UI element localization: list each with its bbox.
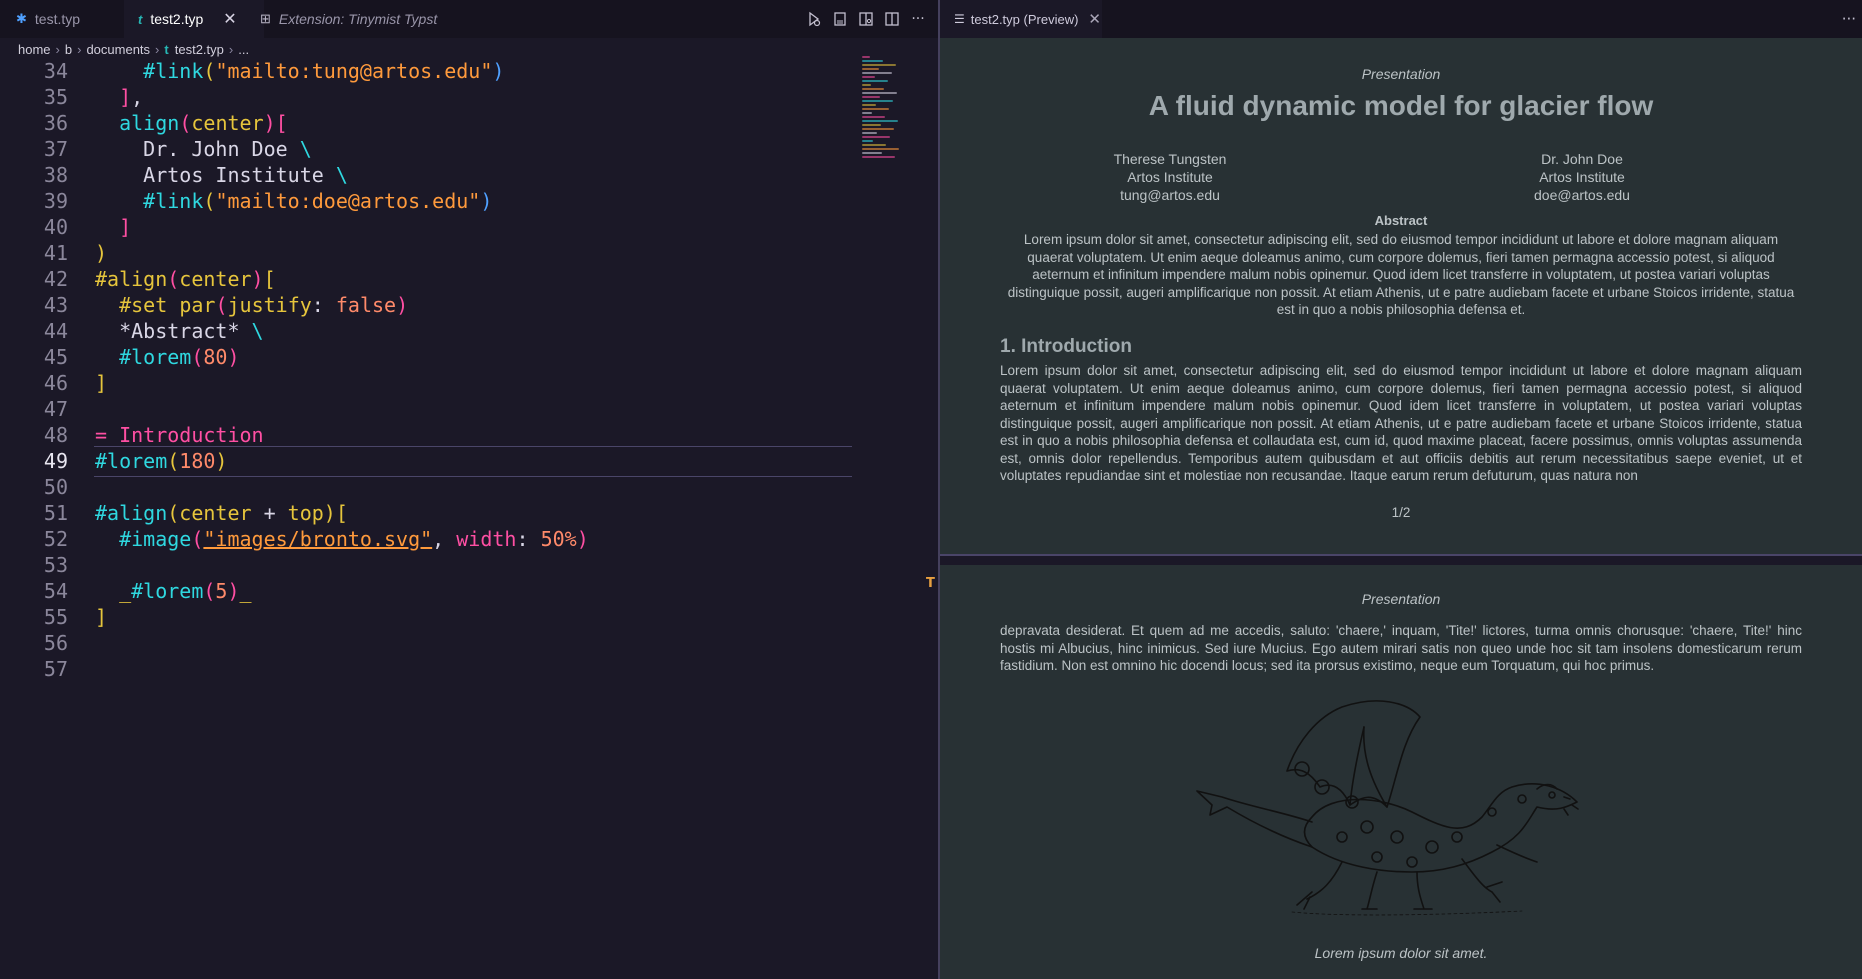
section-heading: 1. Introduction xyxy=(1000,336,1132,357)
minimap-line xyxy=(862,120,898,122)
minimap-line xyxy=(862,80,888,82)
minimap-line xyxy=(862,92,897,94)
minimap-line xyxy=(862,116,885,118)
page2-text: depravata desiderat. Et quem ad me acced… xyxy=(1000,623,1802,673)
export-pdf-icon[interactable] xyxy=(832,11,848,27)
minimap-line xyxy=(862,64,896,66)
typst-file-icon: ✱ xyxy=(16,11,27,26)
run-preview-icon[interactable] xyxy=(806,11,822,27)
breadcrumb-item[interactable]: ... xyxy=(238,42,249,57)
preview-pane: ☰ test2.typ (Preview) ✕ ··· Presentation… xyxy=(940,0,1862,979)
minimap-line xyxy=(862,56,870,58)
minimap-line xyxy=(862,112,872,114)
tab-preview[interactable]: ☰ test2.typ (Preview) ✕ xyxy=(940,0,1102,38)
minimap-line xyxy=(862,124,881,126)
minimap-line xyxy=(862,148,899,150)
page-number: 1/2 xyxy=(1391,505,1411,520)
minimap[interactable] xyxy=(862,56,904,171)
tab-label: test.typ xyxy=(34,11,81,27)
minimap-line xyxy=(862,100,893,102)
image-caption: Lorem ipsum dolor sit amet. xyxy=(1314,945,1488,961)
breadcrumb-item[interactable]: test2.typ xyxy=(175,42,224,57)
minimap-line xyxy=(862,152,882,154)
author-email[interactable]: doe@artos.edu xyxy=(1452,186,1712,204)
breadcrumb-item[interactable]: documents xyxy=(86,42,150,57)
tab-test2-typ[interactable]: t test2.typ ✕ xyxy=(124,0,264,38)
page-header: Presentation xyxy=(1361,591,1441,607)
minimap-line xyxy=(862,156,895,158)
minimap-line xyxy=(862,84,871,86)
preview-page-2: Presentation depravata desiderat. Et que… xyxy=(940,565,1862,979)
minimap-line xyxy=(862,96,880,98)
minimap-line xyxy=(862,88,884,90)
editor-actions: ··· xyxy=(806,0,926,38)
close-icon[interactable]: ✕ xyxy=(1088,10,1101,28)
code-line[interactable]: 57 xyxy=(0,654,930,685)
editor-pane: ✱ test.typ t test2.typ ✕ ⊞ Extension: Ti… xyxy=(0,0,938,979)
chevron-right-icon: › xyxy=(155,41,160,57)
preview-icon: ☰ xyxy=(954,12,965,26)
author-name: Dr. John Doe xyxy=(1541,151,1623,167)
minimap-line xyxy=(862,128,894,130)
tab-test-typ[interactable]: ✱ test.typ xyxy=(0,0,140,38)
minimap-line xyxy=(862,132,877,134)
abstract-text: Lorem ipsum dolor sit amet, consectetur … xyxy=(1007,232,1795,317)
minimap-line xyxy=(862,108,889,110)
chevron-right-icon: › xyxy=(228,41,234,57)
minimap-line xyxy=(862,144,886,146)
author-institution: Artos Institute xyxy=(1127,169,1213,185)
minimap-line xyxy=(862,104,876,106)
author-email[interactable]: tung@artos.edu xyxy=(1040,186,1300,204)
more-actions-icon[interactable]: ··· xyxy=(910,11,926,27)
more-actions-icon[interactable]: ··· xyxy=(1842,0,1856,38)
document-title: A fluid dynamic model for glacier flow xyxy=(1148,90,1654,121)
minimap-line xyxy=(862,60,883,62)
minimap-line xyxy=(862,136,890,138)
line-number: 57 xyxy=(43,657,68,681)
chevron-right-icon: › xyxy=(55,41,60,57)
page-separator xyxy=(940,554,1862,565)
breadcrumb-item[interactable]: b xyxy=(65,42,72,57)
open-preview-side-icon[interactable] xyxy=(858,11,874,27)
split-editor-icon[interactable] xyxy=(884,11,900,27)
breadcrumb-item[interactable]: home xyxy=(18,42,51,57)
typst-t-icon: t xyxy=(164,41,169,57)
minimap-line xyxy=(862,72,892,74)
minimap-line xyxy=(862,140,873,142)
bronto-image xyxy=(1196,700,1579,916)
author-name: Therese Tungsten xyxy=(1113,151,1227,167)
typst-cursor-marker-icon: T xyxy=(926,576,935,591)
extension-icon: ⊞ xyxy=(260,11,271,26)
typst-t-icon: t xyxy=(138,11,143,27)
abstract-heading: Abstract xyxy=(1374,213,1428,228)
preview-tab-bar: ☰ test2.typ (Preview) ✕ ··· xyxy=(940,0,1862,38)
chevron-right-icon: › xyxy=(77,41,82,57)
minimap-line xyxy=(862,76,875,78)
editor-tab-bar: ✱ test.typ t test2.typ ✕ ⊞ Extension: Ti… xyxy=(0,0,938,38)
author-2: Dr. John Doe Artos Institute doe@artos.e… xyxy=(1452,150,1712,204)
tab-label: test2.typ (Preview) xyxy=(970,11,1079,27)
tab-extension-tinymist[interactable]: ⊞ Extension: Tinymist Typst xyxy=(252,0,450,38)
page-header: Presentation xyxy=(1361,66,1441,82)
author-institution: Artos Institute xyxy=(1539,169,1625,185)
tab-label: test2.typ xyxy=(150,11,204,27)
intro-text: Lorem ipsum dolor sit amet, consectetur … xyxy=(1000,363,1802,483)
author-1: Therese Tungsten Artos Institute tung@ar… xyxy=(1040,150,1300,204)
close-icon[interactable]: ✕ xyxy=(223,9,236,29)
tab-label: Extension: Tinymist Typst xyxy=(278,11,438,27)
minimap-line xyxy=(862,68,879,70)
preview-page-1: Presentation A fluid dynamic model for g… xyxy=(940,38,1862,557)
